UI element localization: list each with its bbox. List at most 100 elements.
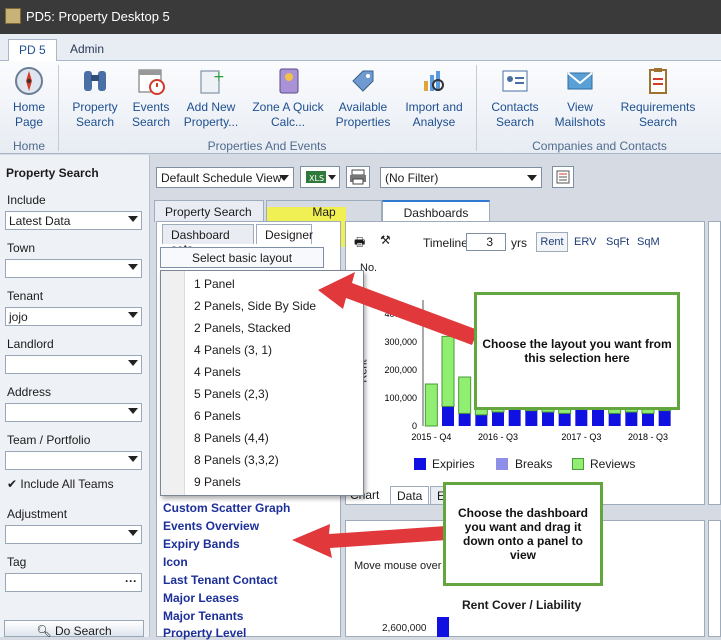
schedule-view-select[interactable]: Default Schedule View xyxy=(156,167,294,188)
adjustment-combo[interactable] xyxy=(5,525,142,544)
adjustment-label: Adjustment xyxy=(7,507,68,521)
layout-option[interactable]: 5 Panels (2,3) xyxy=(194,387,269,401)
schedule-view-value: Default Schedule View xyxy=(161,171,282,185)
x-tick-label: 2017 - Q3 xyxy=(561,432,601,442)
binoculars-icon xyxy=(84,71,106,91)
calendar-icon xyxy=(138,69,165,95)
tab-data[interactable]: Data xyxy=(390,486,430,504)
layout-option[interactable]: 4 Panels (3, 1) xyxy=(194,343,272,357)
address-combo[interactable] xyxy=(5,403,142,422)
contacts-search-button[interactable]: Contacts Search xyxy=(486,65,544,130)
tab-dashboard-sets[interactable]: Dashboard sets xyxy=(162,224,254,256)
tenant-label: Tenant xyxy=(7,289,44,303)
team-label: Team / Portfolio xyxy=(7,433,91,447)
landlord-combo[interactable] xyxy=(5,355,142,374)
filter-value: (No Filter) xyxy=(385,171,439,185)
team-combo[interactable] xyxy=(5,451,142,470)
tab-designer[interactable]: Designer xyxy=(256,224,313,244)
bar-reviews xyxy=(424,383,438,427)
chart-magnifier-icon xyxy=(424,71,444,91)
calculator-icon xyxy=(279,68,299,94)
ribbon: Home Page Home Property Search Events Se… xyxy=(0,61,721,154)
add-property-icon: + xyxy=(200,69,225,94)
second-chart-tick: 2,600,000 xyxy=(382,623,427,634)
requirements-search-button[interactable]: Requirements Search xyxy=(616,65,700,130)
contact-card-icon xyxy=(502,70,528,92)
tenant-combo[interactable]: jojo xyxy=(5,307,142,326)
x-tick-label: 2015 - Q4 xyxy=(411,432,451,442)
tag-field[interactable]: ··· xyxy=(5,573,142,592)
app-icon xyxy=(5,8,21,24)
callout-dashboard: Choose the dashboard you want and drag i… xyxy=(443,482,603,586)
erv-button[interactable]: ERV xyxy=(574,236,596,248)
requirements-search-label: Requirements Search xyxy=(620,100,696,129)
sqm-button[interactable]: SqM xyxy=(637,236,660,248)
filter-list-button[interactable] xyxy=(552,166,574,188)
dashboard-item[interactable]: Icon xyxy=(163,555,188,569)
timeline-spinner[interactable]: 3 xyxy=(466,233,506,251)
filter-select[interactable]: (No Filter) xyxy=(380,167,542,188)
address-label: Address xyxy=(7,385,52,399)
tab-map[interactable]: Map xyxy=(266,200,382,222)
sqft-button[interactable]: SqFt xyxy=(606,236,629,248)
second-chart-title: Rent Cover / Liability xyxy=(462,598,582,612)
layout-option[interactable]: 2 Panels, Side By Side xyxy=(194,299,316,313)
home-page-button[interactable]: Home Page xyxy=(6,65,52,130)
do-search-button[interactable]: 🔍︎ Do Search xyxy=(4,620,144,638)
import-and-analyse-button[interactable]: Import and Analyse xyxy=(400,65,468,130)
clipboard-icon xyxy=(649,68,667,94)
title-bar: PD5: Property Desktop 5 xyxy=(0,0,721,34)
town-combo[interactable] xyxy=(5,259,142,278)
property-search-button[interactable]: Property Search xyxy=(66,65,124,130)
dashboard-item[interactable]: Property Level xyxy=(163,626,246,640)
right-panel-edge xyxy=(708,221,721,505)
rent-button[interactable]: Rent xyxy=(536,232,568,252)
dashboard-item[interactable]: Last Tenant Contact xyxy=(163,573,277,587)
available-properties-button[interactable]: Available Properties xyxy=(332,65,394,130)
export-excel-button[interactable]: XLS xyxy=(300,166,340,188)
dashboard-item[interactable]: Events Overview xyxy=(163,519,259,533)
settings-icon[interactable]: ⚒︎ xyxy=(380,233,391,247)
bar-expiries xyxy=(475,414,488,426)
include-label: Include xyxy=(7,193,46,207)
bar-expiries xyxy=(542,412,554,426)
bar-expiries xyxy=(558,413,571,426)
layout-option[interactable]: 8 Panels (4,4) xyxy=(194,431,269,445)
include-value: Latest Data xyxy=(9,214,71,228)
search-icon: 🔍︎ xyxy=(36,624,52,638)
svg-text:+: + xyxy=(213,69,225,85)
tab-property-search[interactable]: Property Search xyxy=(154,200,264,222)
ribbon-tab-admin[interactable]: Admin xyxy=(60,39,114,62)
layout-option[interactable]: 4 Panels xyxy=(194,365,241,379)
events-search-button[interactable]: Events Search xyxy=(128,65,174,130)
add-new-property-button[interactable]: + Add New Property... xyxy=(180,65,242,130)
view-mailshots-button[interactable]: View Mailshots xyxy=(550,65,610,130)
include-combo[interactable]: Latest Data xyxy=(5,211,142,230)
yrs-label: yrs xyxy=(511,236,527,250)
layout-option[interactable]: 2 Panels, Stacked xyxy=(194,321,291,335)
layout-option[interactable]: 1 Panel xyxy=(194,277,235,291)
x-tick-label: 2016 - Q3 xyxy=(478,432,518,442)
print-icon[interactable]: 🖶︎ xyxy=(354,233,365,254)
dashboard-item[interactable]: Custom Scatter Graph xyxy=(163,501,290,515)
dashboard-item[interactable]: Major Tenants xyxy=(163,609,243,623)
layout-option[interactable]: 8 Panels (3,3,2) xyxy=(194,453,279,467)
include-all-teams-checkbox[interactable]: ✔ Include All Teams xyxy=(7,477,114,491)
layout-option[interactable]: 6 Panels xyxy=(194,409,241,423)
bar-expiries xyxy=(508,409,521,426)
bar-expiries xyxy=(458,413,471,426)
select-layout-button[interactable]: Select basic layout xyxy=(160,247,324,268)
ribbon-tabstrip: PD 5 Admin xyxy=(0,34,721,62)
zone-a-quick-calc-button[interactable]: Zone A Quick Calc... xyxy=(250,65,326,130)
x-tick-label: 2018 - Q3 xyxy=(628,432,668,442)
print-button[interactable] xyxy=(346,166,370,188)
legend-swatch-breaks xyxy=(496,458,508,470)
ribbon-tab-pd5[interactable]: PD 5 xyxy=(8,39,57,62)
home-page-label: Home Page xyxy=(12,100,45,129)
ellipsis-icon: ··· xyxy=(125,574,137,588)
layout-option[interactable]: 9 Panels xyxy=(194,475,241,489)
dashboard-item[interactable]: Major Leases xyxy=(163,591,239,605)
tab-dashboards[interactable]: Dashboards xyxy=(382,200,490,222)
envelope-icon xyxy=(567,72,593,90)
dashboard-item[interactable]: Expiry Bands xyxy=(163,537,240,551)
